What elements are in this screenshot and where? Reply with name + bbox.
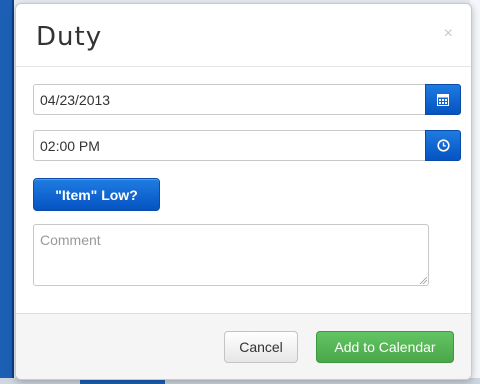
clock-icon xyxy=(436,139,450,152)
add-to-calendar-button[interactable]: Add to Calendar xyxy=(316,331,454,363)
dialog-header: Duty × xyxy=(16,4,471,67)
duty-dialog: Duty × "Item" Low? xyxy=(15,3,472,380)
date-input[interactable] xyxy=(33,84,425,115)
item-low-button[interactable]: "Item" Low? xyxy=(33,178,160,211)
time-input[interactable] xyxy=(33,130,425,161)
calendar-icon xyxy=(437,94,449,106)
dialog-footer: Cancel Add to Calendar xyxy=(16,313,471,379)
date-field-group xyxy=(33,84,461,115)
cancel-button[interactable]: Cancel xyxy=(224,331,298,363)
close-button[interactable]: × xyxy=(444,26,453,42)
background-panel-edge xyxy=(0,0,12,384)
time-field-group xyxy=(33,130,461,161)
resize-handle-icon[interactable] xyxy=(419,276,427,284)
clock-button[interactable] xyxy=(425,130,461,161)
comment-textarea[interactable] xyxy=(33,224,429,286)
dialog-title: Duty xyxy=(36,22,103,52)
calendar-button[interactable] xyxy=(425,84,461,115)
background-panel-border xyxy=(12,0,14,384)
